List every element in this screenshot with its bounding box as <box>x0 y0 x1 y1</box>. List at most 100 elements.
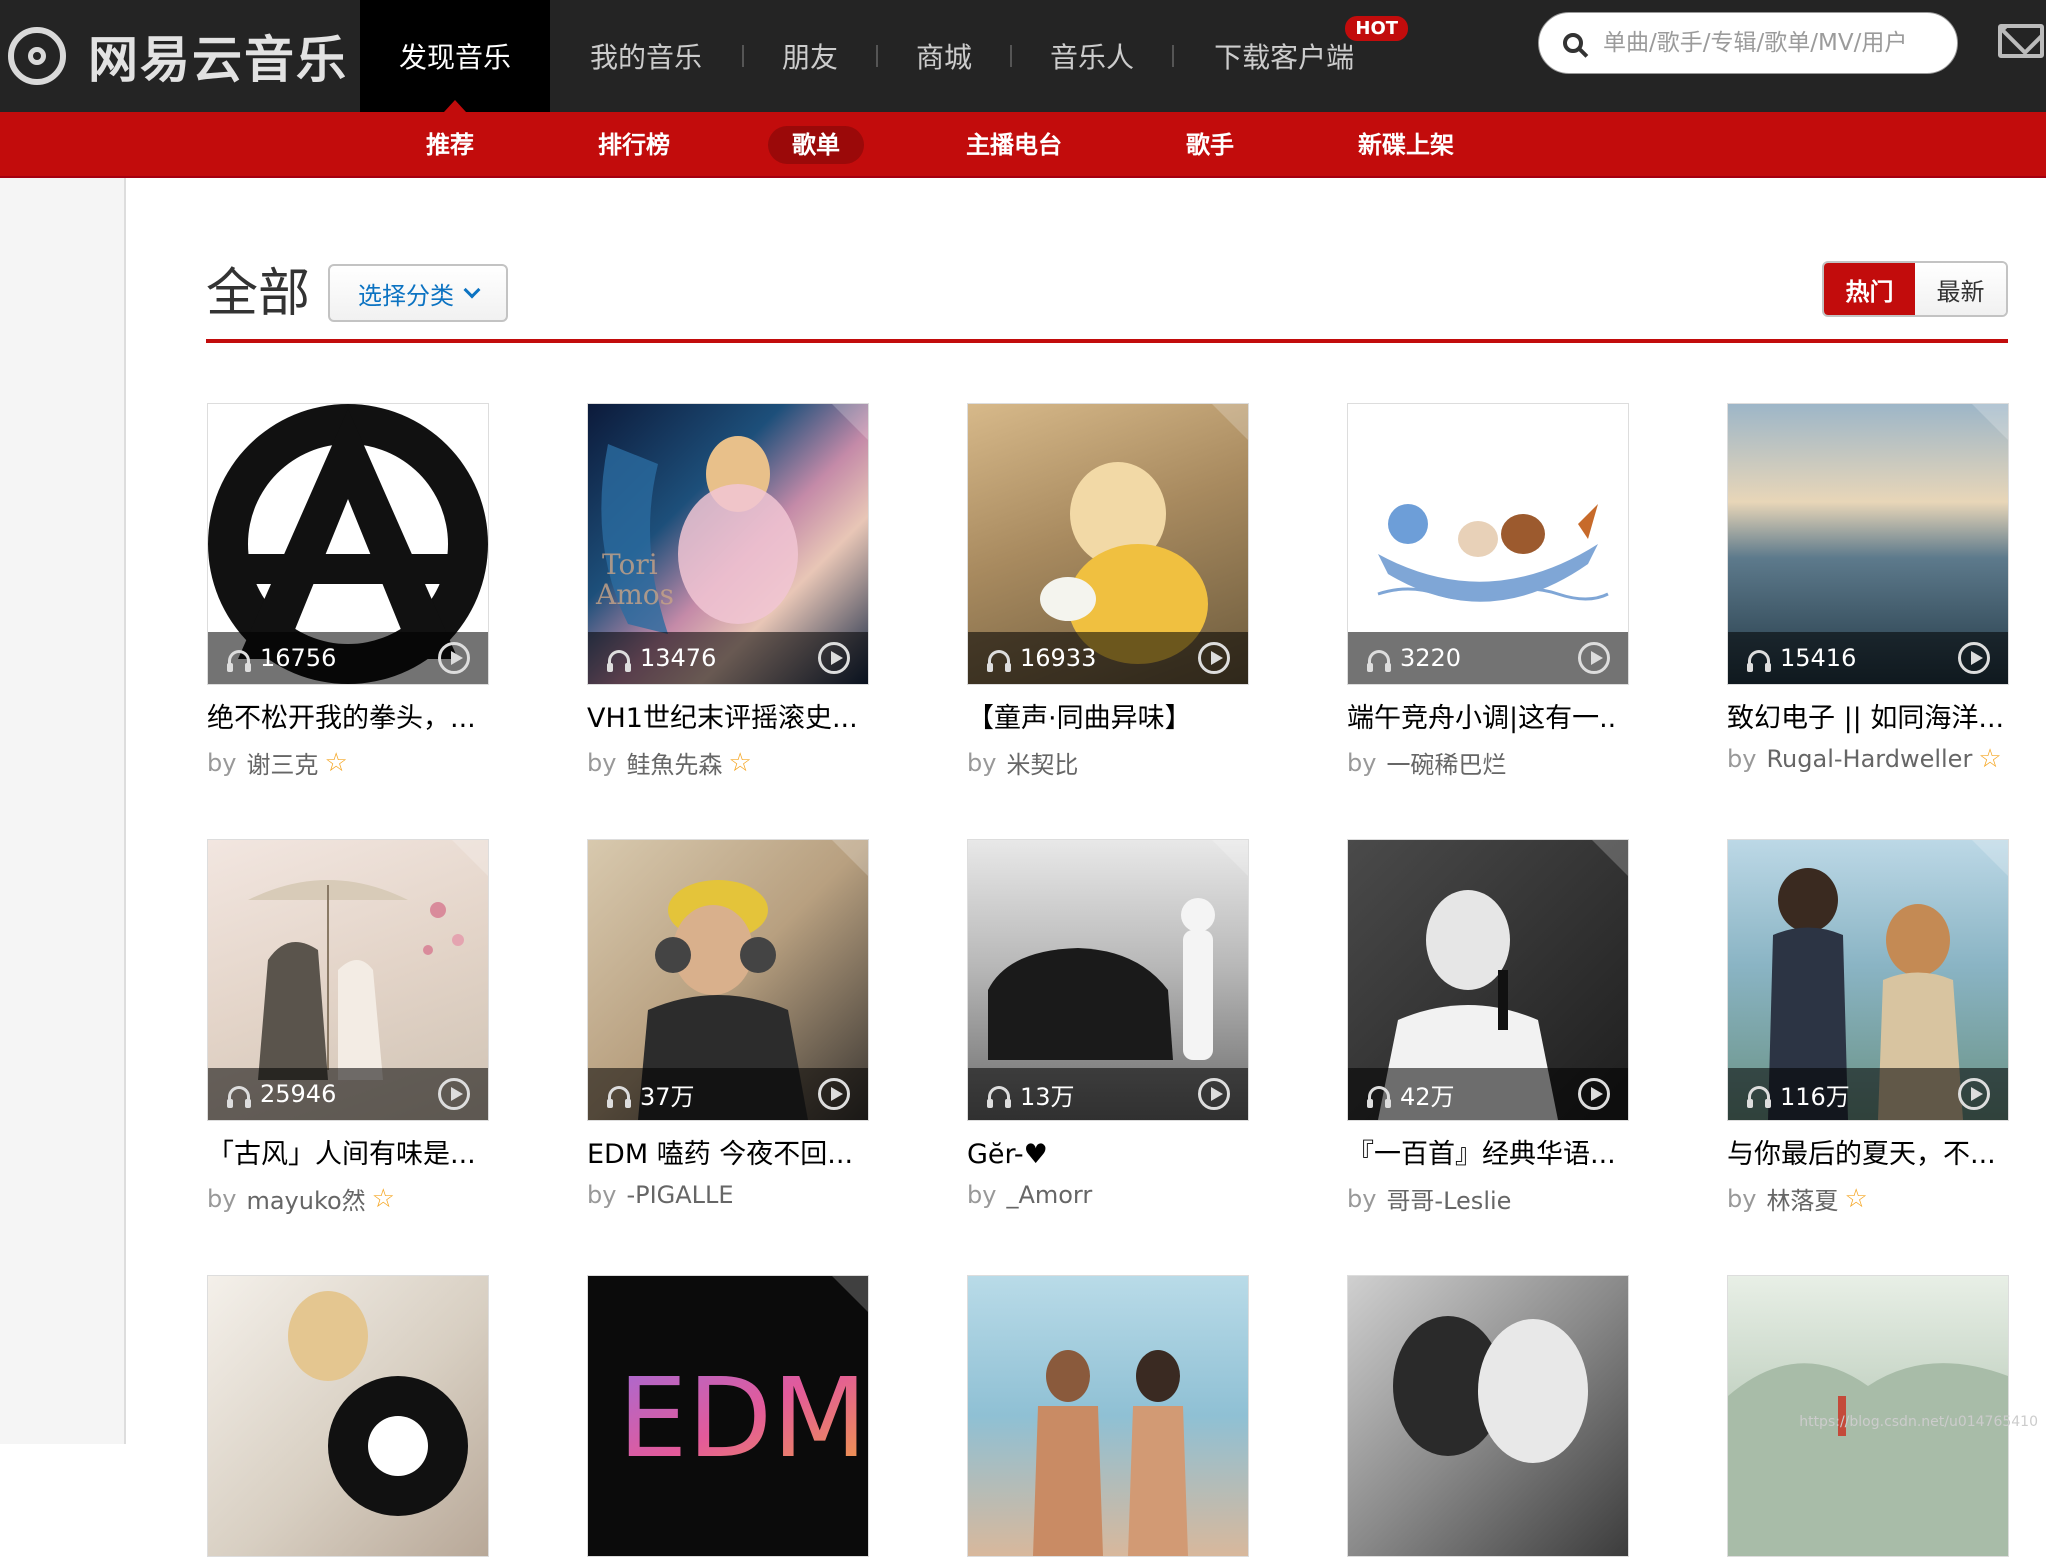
nav-item-mall[interactable]: 商城 <box>878 0 1010 112</box>
playlist-cover[interactable]: 37万 <box>587 839 869 1121</box>
nav-item-label: 我的音乐 <box>590 41 703 74</box>
creator-name[interactable]: 鲑魚先森 <box>626 745 722 780</box>
play-icon[interactable] <box>438 1078 470 1110</box>
by-label: by <box>1347 1184 1377 1213</box>
cover-lettering: EDM <box>618 1354 867 1482</box>
search-box[interactable] <box>1538 12 1958 74</box>
cover-gloss <box>1970 840 2008 878</box>
cover-lettering: Tori <box>602 548 658 581</box>
playlist-title[interactable]: Gĕr-♥ <box>967 1137 1257 1173</box>
play-icon[interactable] <box>438 642 470 674</box>
nav-item-friends[interactable]: 朋友 <box>744 0 876 112</box>
playlist-creator: by 谢三克 ☆ <box>207 745 489 780</box>
playlist-cover[interactable]: EDM <box>587 1275 869 1557</box>
playlist-card[interactable]: 16756 绝不松开我的拳头，... by 谢三克 ☆ <box>207 403 489 780</box>
playlist-cover[interactable]: 25946 <box>207 839 489 1121</box>
playlist-title[interactable]: 【童声·同曲异味】 <box>967 701 1257 737</box>
playlist-creator: by mayuko然 ☆ <box>207 1181 489 1216</box>
playlist-card[interactable] <box>1347 1275 1629 1557</box>
playlist-title[interactable]: VH1世纪末评摇滚史... <box>587 701 877 737</box>
play-icon[interactable] <box>1958 1078 1990 1110</box>
playlist-cover[interactable]: 3220 <box>1347 403 1629 685</box>
creator-name[interactable]: Rugal-Hardweller <box>1766 745 1972 773</box>
by-label: by <box>1727 745 1757 773</box>
playlist-card[interactable]: 16933 【童声·同曲异味】 by 米契比 <box>967 403 1249 780</box>
playlist-title[interactable]: 「古风」人间有味是... <box>207 1137 497 1173</box>
play-icon[interactable] <box>1958 642 1990 674</box>
creator-name[interactable]: 林落夏 <box>1766 1181 1838 1216</box>
brand-logo[interactable]: 网易云音乐 <box>0 0 360 112</box>
headphones-icon <box>227 1086 251 1108</box>
playlist-card[interactable] <box>967 1275 1249 1557</box>
playlist-cover[interactable] <box>967 1275 1249 1557</box>
playlist-card[interactable]: 116万 与你最后的夏天，不... by 林落夏 ☆ <box>1727 839 2009 1216</box>
playlist-card[interactable]: 37万 EDM 嗑药 今夜不回... by -PIGALLE <box>587 839 869 1209</box>
play-icon[interactable] <box>1578 1078 1610 1110</box>
playlist-cover[interactable]: Tori Amos 13476 <box>587 403 869 685</box>
playlist-card[interactable] <box>207 1275 489 1557</box>
sort-hot-button[interactable]: 热门 <box>1824 263 1915 315</box>
playlist-creator: by 米契比 <box>967 745 1249 780</box>
playlist-card[interactable]: 42万 『一百首』经典华语... by 哥哥-Leslie <box>1347 839 1629 1216</box>
playlist-cover[interactable] <box>1347 1275 1629 1557</box>
playlist-cover[interactable] <box>207 1275 489 1557</box>
nav-item-download[interactable]: 下载客户端 HOT <box>1174 0 1409 112</box>
mail-icon[interactable] <box>1998 24 2044 58</box>
creator-name[interactable]: 米契比 <box>1006 745 1078 780</box>
play-icon[interactable] <box>818 642 850 674</box>
playlist-title[interactable]: EDM 嗑药 今夜不回... <box>587 1137 877 1173</box>
select-category-button[interactable]: 选择分类 <box>328 264 508 322</box>
playlist-card[interactable]: 25946 「古风」人间有味是... by mayuko然 ☆ <box>207 839 489 1216</box>
playlist-title[interactable]: 端午竞舟小调|这有一.. <box>1347 701 1637 737</box>
headphones-icon <box>987 650 1011 672</box>
headphones-icon <box>607 650 631 672</box>
nav-item-discover[interactable]: 发现音乐 <box>360 0 550 112</box>
cover-info-bar: 25946 <box>208 1068 488 1120</box>
playlist-cover[interactable]: 16756 <box>207 403 489 685</box>
top-bar: 网易云音乐 发现音乐 我的音乐 朋友 商城 音乐人 下载客户端 HOT <box>0 0 2046 112</box>
playlist-cover[interactable]: 116万 <box>1727 839 2009 1121</box>
playlist-title[interactable]: 与你最后的夏天，不... <box>1727 1137 2017 1173</box>
headphones-icon <box>607 1086 631 1108</box>
playlist-creator: by -PIGALLE <box>587 1181 869 1209</box>
playlist-card[interactable]: EDM <box>587 1275 869 1557</box>
playlist-card[interactable]: 15416 致幻电子 || 如同海洋... by Rugal-Hardweller… <box>1727 403 2009 773</box>
playlist-cover[interactable]: 13万 <box>967 839 1249 1121</box>
subnav-playlists[interactable]: 歌单 <box>768 126 864 164</box>
left-gutter <box>0 178 126 1444</box>
watermark: https://blog.csdn.net/u014765410 <box>1799 1414 2038 1430</box>
subnav-charts[interactable]: 排行榜 <box>574 126 694 164</box>
subnav-recommend[interactable]: 推荐 <box>402 126 498 164</box>
search-input[interactable] <box>1601 29 1945 57</box>
playlist-cover[interactable]: 15416 <box>1727 403 2009 685</box>
sort-new-button[interactable]: 最新 <box>1915 263 2006 315</box>
creator-name[interactable]: mayuko然 <box>246 1181 365 1216</box>
play-icon[interactable] <box>1198 1078 1230 1110</box>
play-icon[interactable] <box>1578 642 1610 674</box>
chevron-down-icon <box>463 281 481 299</box>
playlist-title[interactable]: 『一百首』经典华语... <box>1347 1137 1637 1173</box>
creator-name[interactable]: 一碗稀巴烂 <box>1386 745 1506 780</box>
playlist-title[interactable]: 绝不松开我的拳头，... <box>207 701 497 737</box>
cover-info-bar: 42万 <box>1348 1068 1628 1120</box>
creator-name[interactable]: -PIGALLE <box>626 1181 733 1209</box>
playlist-cover[interactable]: 16933 <box>967 403 1249 685</box>
playlist-creator: by 哥哥-Leslie <box>1347 1181 1629 1216</box>
cover-gloss <box>450 840 488 878</box>
playlist-card[interactable]: Tori Amos 13476 VH1世纪末评摇滚史... by 鲑魚先森 ☆ <box>587 403 869 780</box>
subnav-radio[interactable]: 主播电台 <box>942 126 1086 164</box>
playlist-card[interactable]: 13万 Gĕr-♥ by _Amorr <box>967 839 1249 1209</box>
playlist-cover[interactable]: 42万 <box>1347 839 1629 1121</box>
play-icon[interactable] <box>818 1078 850 1110</box>
playlist-title[interactable]: 致幻电子 || 如同海洋... <box>1727 701 2017 737</box>
subnav-artists[interactable]: 歌手 <box>1162 126 1258 164</box>
nav-item-musician[interactable]: 音乐人 <box>1012 0 1172 112</box>
creator-name[interactable]: 哥哥-Leslie <box>1386 1181 1511 1216</box>
subnav-new-albums[interactable]: 新碟上架 <box>1334 126 1478 164</box>
headphones-icon <box>987 1086 1011 1108</box>
playlist-card[interactable]: 3220 端午竞舟小调|这有一.. by 一碗稀巴烂 <box>1347 403 1629 780</box>
nav-item-my-music[interactable]: 我的音乐 <box>550 0 742 112</box>
play-icon[interactable] <box>1198 642 1230 674</box>
creator-name[interactable]: 谢三克 <box>246 745 318 780</box>
creator-name[interactable]: _Amorr <box>1006 1181 1092 1209</box>
